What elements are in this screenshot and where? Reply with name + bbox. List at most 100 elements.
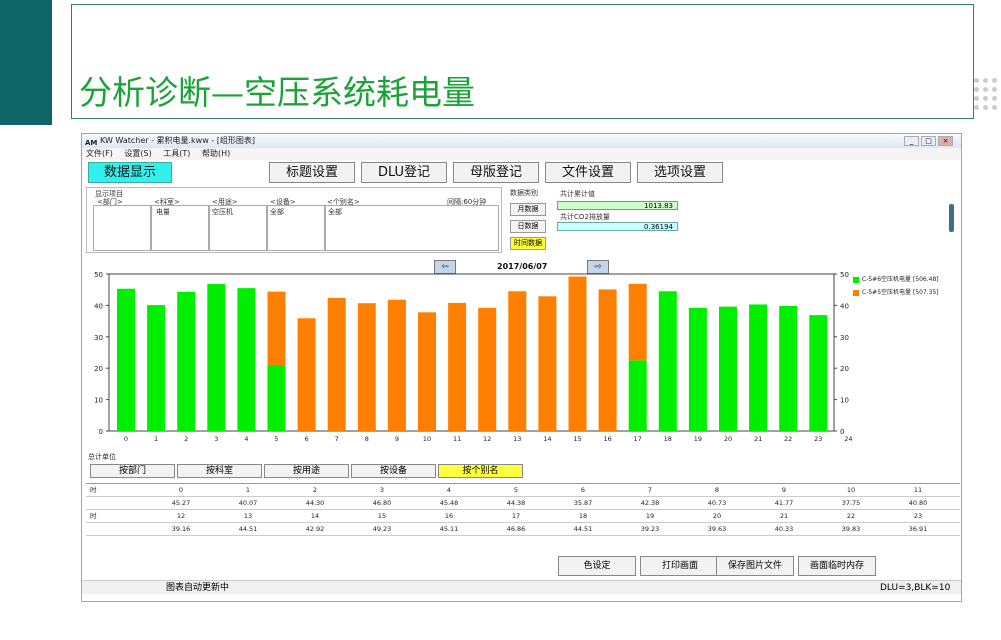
table-cell: 22	[846, 512, 856, 520]
by-section-button[interactable]: 按科室	[177, 464, 262, 478]
y-tick-label-right: 20	[840, 365, 849, 373]
section-list[interactable]: 电量	[151, 205, 209, 251]
x-tick-label: 17	[634, 435, 642, 443]
x-tick-label: 22	[784, 435, 792, 443]
screen-memory-button[interactable]: 画面临时内存	[798, 556, 876, 576]
table-cell: 12	[176, 512, 186, 520]
table-cell: 0	[178, 486, 184, 494]
dot	[992, 78, 997, 83]
table-cell: 46.86	[506, 525, 526, 533]
data-display-button[interactable]: 数据显示	[88, 162, 172, 183]
table-cell: 39.23	[640, 525, 660, 533]
table-cell: 2	[312, 486, 318, 494]
bar-series2	[297, 318, 316, 431]
x-tick-label: 18	[664, 435, 672, 443]
usage-list[interactable]: 空压机	[209, 205, 267, 251]
x-tick-label: 14	[543, 435, 551, 443]
dept-list[interactable]	[93, 205, 151, 251]
by-usage-button[interactable]: 按用途	[264, 464, 349, 478]
x-tick-label: 8	[365, 435, 369, 443]
bar-series1	[658, 291, 677, 431]
hourly-data-button[interactable]: 时间数据	[510, 237, 546, 250]
x-tick-label: 7	[335, 435, 339, 443]
maximize-button[interactable]: □	[921, 136, 936, 146]
bar-series1	[628, 360, 647, 431]
window-titlebar: AM KW Watcher - 累积电量.kww - [组形图表]	[82, 134, 961, 148]
dot	[992, 105, 997, 110]
legend-label-2: C-5#5空压机电量 [507.35]	[862, 289, 939, 296]
scroll-indicator[interactable]	[949, 204, 954, 232]
bar-series2	[448, 302, 467, 431]
bar-series2	[357, 303, 376, 431]
table-cell: 8	[714, 486, 720, 494]
legend-series-1: C-5#6空压机电量 [506.48]	[853, 274, 939, 283]
bar-series2	[568, 276, 587, 431]
table-cell: 21	[779, 512, 789, 520]
table-cell: 10	[846, 486, 856, 494]
menu-settings[interactable]: 设置(S)	[124, 149, 151, 158]
x-tick-label: 9	[395, 435, 399, 443]
x-tick-label: 3	[214, 435, 218, 443]
table-cell: 39.63	[707, 525, 727, 533]
x-tick-label: 23	[814, 435, 822, 443]
dot	[974, 105, 979, 110]
save-image-button[interactable]: 保存图片文件	[716, 556, 794, 576]
x-tick-label: 19	[694, 435, 702, 443]
table-cell: 36.91	[908, 525, 928, 533]
table-cell: 40.73	[707, 499, 727, 507]
y-tick-label-left: 30	[94, 334, 103, 342]
dlu-register-button[interactable]: DLU登记	[361, 162, 447, 183]
window-title: KW Watcher - 累积电量.kww - [组形图表]	[100, 136, 255, 145]
table-cell: 42.92	[305, 525, 325, 533]
menu-help[interactable]: 帮助(H)	[202, 149, 230, 158]
table-hour-row-2: 时 12 13 14 15 16 17 18 19 20 21 22 23	[86, 510, 960, 523]
summary-unit-label: 总计单位	[88, 453, 116, 461]
table-cell: 16	[444, 512, 454, 520]
bar-series1	[147, 305, 166, 431]
slide-left-bar	[0, 0, 52, 125]
legend-label-1: C-5#6空压机电量 [506.48]	[862, 276, 939, 283]
status-bar: 图表自动更新中 DLU=3,BLK=10	[82, 580, 961, 594]
minimize-button[interactable]: _	[904, 136, 919, 146]
bar-series2	[327, 297, 346, 431]
file-settings-button[interactable]: 文件设置	[545, 162, 631, 183]
alias-list[interactable]: 全部	[325, 205, 499, 251]
x-tick-label: 21	[754, 435, 762, 443]
daily-data-button[interactable]: 日数据	[510, 220, 546, 233]
print-screen-button[interactable]: 打印画面	[640, 556, 720, 576]
bar-series1	[207, 284, 226, 431]
dot	[983, 78, 988, 83]
bar-series1	[809, 315, 828, 431]
row-header: 时	[90, 512, 97, 520]
device-list[interactable]: 全部	[267, 205, 325, 251]
table-cell: 3	[379, 486, 385, 494]
color-settings-button[interactable]: 色设定	[558, 556, 636, 576]
table-cell: 46.80	[372, 499, 392, 507]
usage-value: 空压机	[212, 208, 233, 216]
dot	[983, 96, 988, 101]
legend-series-2: C-5#5空压机电量 [507.35]	[853, 287, 939, 296]
hourly-bar-chart: 0 010 1020 2030 3040 4050 500 1 2 3 4 5 6 7 8 9 10 11 12 13…	[94, 271, 852, 443]
table-cell: 44.51	[238, 525, 258, 533]
x-tick-label: 1	[154, 435, 158, 443]
by-dept-button[interactable]: 按部门	[90, 464, 175, 478]
monthly-data-button[interactable]: 月数据	[510, 203, 546, 216]
menu-bar: 文件(F) 设置(S) 工具(T) 帮助(H)	[82, 148, 961, 160]
by-device-button[interactable]: 按设备	[351, 464, 436, 478]
option-settings-button[interactable]: 选项设置	[637, 162, 723, 183]
menu-tools[interactable]: 工具(T)	[163, 149, 190, 158]
row-header: 时	[90, 486, 97, 494]
x-tick-label: 16	[603, 435, 611, 443]
board-register-button[interactable]: 母版登记	[453, 162, 539, 183]
co2-label: 共计CO2排放量	[560, 213, 610, 221]
table-cell: 40.33	[774, 525, 794, 533]
by-alias-button[interactable]: 按个别名	[438, 464, 523, 478]
menu-file[interactable]: 文件(F)	[86, 149, 113, 158]
y-tick-label-left: 0	[99, 428, 103, 436]
bar-series1	[688, 307, 707, 431]
x-tick-label: 4	[244, 435, 248, 443]
title-settings-button[interactable]: 标题设置	[269, 162, 355, 183]
dot	[974, 78, 979, 83]
status-auto-update: 图表自动更新中	[166, 583, 230, 593]
close-button[interactable]: ×	[938, 136, 953, 146]
